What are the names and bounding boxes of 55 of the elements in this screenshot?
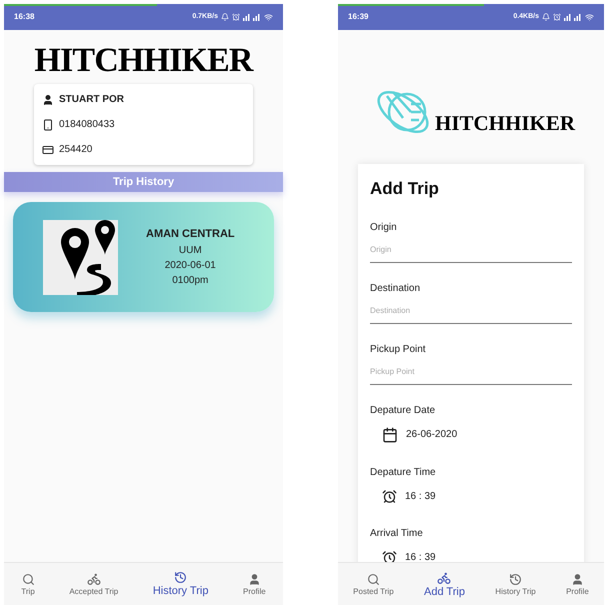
field-label: Origin bbox=[370, 220, 398, 234]
person-icon bbox=[570, 572, 584, 586]
alarm-icon[interactable] bbox=[382, 550, 397, 562]
card-icon bbox=[42, 144, 54, 156]
form-title: Add Trip bbox=[370, 178, 440, 200]
wifi-icon bbox=[585, 12, 594, 22]
trip-card[interactable]: AMAN CENTRAL UUM 2020-06-01 0100pm bbox=[13, 202, 274, 312]
phone-icon bbox=[42, 118, 54, 130]
search-icon bbox=[366, 572, 380, 586]
app-logo: HITCHHIKER bbox=[434, 113, 576, 134]
trip-time: 0100pm bbox=[172, 274, 208, 288]
field-label: Depature Date bbox=[370, 404, 436, 418]
signal-icon bbox=[243, 13, 261, 21]
input-field[interactable]: Pickup Point bbox=[370, 366, 572, 384]
trip-date: 2020-06-01 bbox=[164, 258, 216, 273]
trip-title: AMAN CENTRAL bbox=[146, 227, 235, 242]
field-label: Destination bbox=[370, 282, 422, 296]
alarm-icon bbox=[232, 13, 240, 21]
history-icon bbox=[174, 571, 188, 584]
nav-tab[interactable]: Posted Trip bbox=[353, 572, 394, 596]
clock-time: 16:39 bbox=[348, 11, 368, 23]
field-value: 16 : 39 bbox=[405, 550, 436, 562]
nav-tab[interactable]: Add Trip bbox=[424, 570, 465, 598]
input-field[interactable]: Origin bbox=[370, 244, 572, 262]
field-label: Pickup Point bbox=[370, 342, 427, 356]
nav-tab[interactable]: Profile bbox=[243, 572, 266, 596]
bell-icon bbox=[221, 13, 229, 21]
clock-time: 16:38 bbox=[14, 11, 34, 23]
field-label: Arrival Time bbox=[370, 526, 424, 540]
bell-icon bbox=[542, 13, 550, 21]
field-value: 16 : 39 bbox=[405, 490, 436, 504]
field-label: Depature Time bbox=[370, 466, 437, 480]
nav-tab[interactable]: History Trip bbox=[495, 572, 536, 596]
route-pins-icon bbox=[43, 220, 118, 294]
user-name: STUART POR bbox=[59, 93, 124, 107]
card-number: 254420 bbox=[59, 143, 92, 157]
nav-tab[interactable]: Profile bbox=[566, 572, 589, 596]
person-icon bbox=[42, 94, 54, 106]
trip-place: UUM bbox=[178, 244, 202, 258]
field-value: 26-06-2020 bbox=[406, 428, 458, 442]
section-title: Trip History bbox=[112, 174, 174, 190]
nav-tab[interactable]: History Trip bbox=[152, 571, 208, 597]
nav-tab[interactable]: Trip bbox=[21, 572, 35, 596]
wifi-icon bbox=[264, 12, 273, 22]
history-icon bbox=[509, 572, 522, 586]
signal-icon bbox=[564, 13, 582, 21]
phone-number: 0184080433 bbox=[59, 118, 115, 132]
person-icon bbox=[248, 572, 261, 586]
input-field[interactable]: Destination bbox=[370, 304, 572, 324]
alarm-icon bbox=[553, 13, 561, 21]
nav-tab[interactable]: Accepted Trip bbox=[69, 572, 118, 596]
alarm-icon[interactable] bbox=[382, 488, 397, 504]
calendar-icon[interactable] bbox=[382, 426, 398, 442]
app-logo: HITCHHIKER bbox=[33, 44, 255, 78]
search-icon bbox=[22, 572, 35, 586]
